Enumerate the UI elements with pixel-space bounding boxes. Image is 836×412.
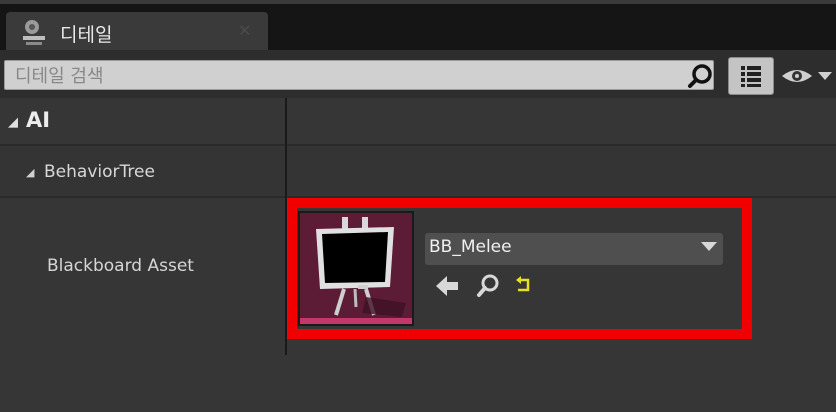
search-icon[interactable] xyxy=(687,63,713,89)
category-ai[interactable]: ◢ AI xyxy=(0,98,836,146)
subcategory-behaviortree[interactable]: ◢ BehaviorTree xyxy=(0,148,836,198)
tab-title: 디테일 xyxy=(60,24,113,46)
search-box[interactable] xyxy=(4,60,714,90)
subcategory-label: BehaviorTree xyxy=(44,162,155,182)
details-panel-icon xyxy=(20,18,50,46)
property-label: Blackboard Asset xyxy=(47,256,194,276)
category-label: AI xyxy=(26,108,51,132)
title-bar: 디테일 ✕ xyxy=(0,0,836,50)
collapse-arrow-icon[interactable]: ◢ xyxy=(26,166,34,179)
close-icon[interactable]: ✕ xyxy=(238,21,251,40)
top-border xyxy=(0,0,836,4)
highlight-box xyxy=(287,198,752,339)
visibility-filter-button[interactable] xyxy=(780,64,834,88)
search-row xyxy=(0,50,836,98)
tab-details[interactable]: 디테일 ✕ xyxy=(6,12,268,50)
view-options-button[interactable] xyxy=(728,57,774,95)
search-input[interactable] xyxy=(15,63,675,89)
collapse-arrow-icon[interactable]: ◢ xyxy=(8,115,18,130)
